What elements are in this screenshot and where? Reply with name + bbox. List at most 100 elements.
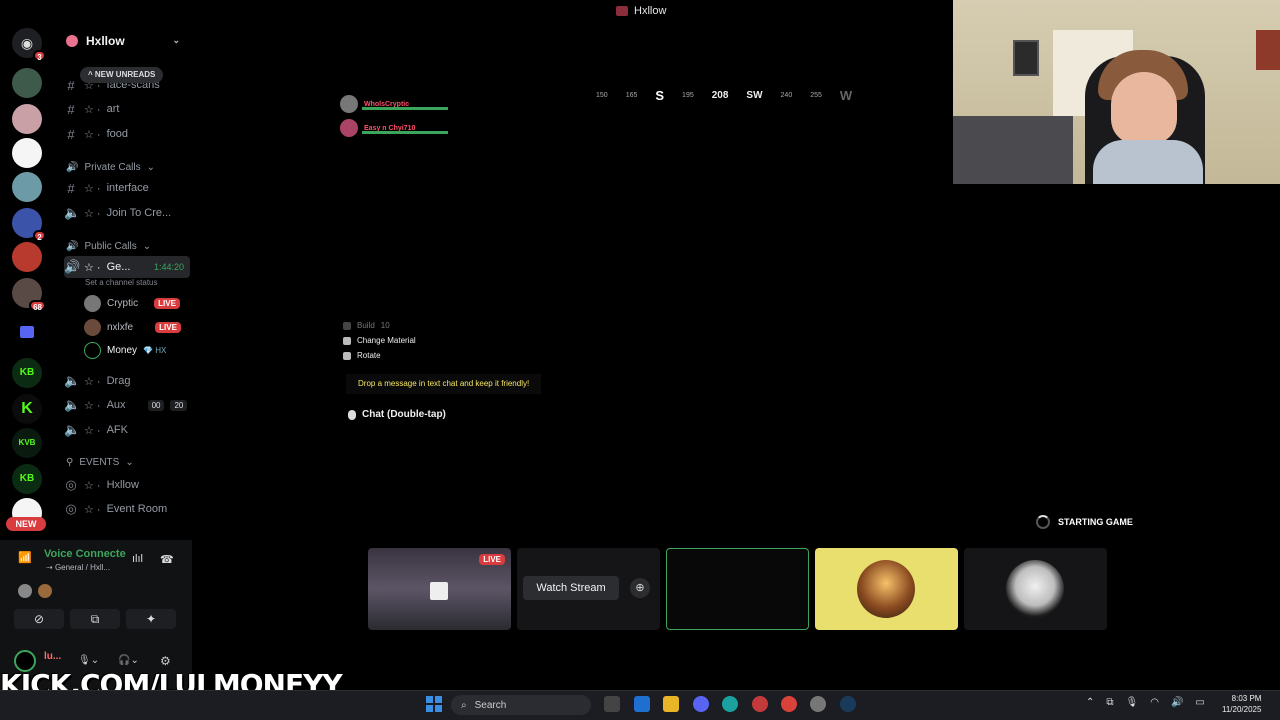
channel-label: Ge... bbox=[106, 261, 131, 273]
search-placeholder: Search bbox=[474, 699, 507, 711]
voice-user-money[interactable]: Money 💎 HX bbox=[84, 340, 166, 360]
mic-icon[interactable]: 🎙 bbox=[1126, 697, 1139, 708]
channel-afk[interactable]: 🔈 ☆ · AFK bbox=[64, 419, 190, 441]
user-count: 00 bbox=[147, 399, 165, 411]
channel-aux[interactable]: 🔈 ☆ · Aux 00 20 bbox=[64, 394, 190, 416]
channel-label: AFK bbox=[106, 424, 128, 436]
windows-start-icon[interactable] bbox=[426, 696, 442, 712]
stream-tile-watch[interactable]: Watch Stream ⊕ bbox=[517, 548, 660, 630]
file-explorer-icon[interactable] bbox=[663, 696, 679, 712]
wall-frame bbox=[1013, 40, 1039, 76]
voice-user-name: Money bbox=[107, 344, 138, 356]
channel-label: Aux bbox=[106, 399, 126, 411]
edge-icon[interactable] bbox=[722, 696, 738, 712]
compass-bearing: 208 bbox=[711, 90, 729, 101]
channel-label: Event Room bbox=[106, 503, 168, 515]
stream-tile-speaking[interactable] bbox=[666, 548, 809, 630]
taskbar-clock[interactable]: 8:03 PM 11/20/2025 bbox=[1222, 693, 1261, 715]
voice-connected-subtitle[interactable]: ⇢ General / Hxll... bbox=[46, 563, 110, 572]
folder-icon[interactable] bbox=[20, 326, 34, 338]
chrome-icon[interactable] bbox=[781, 696, 797, 712]
disconnect-icon[interactable]: ☎ bbox=[160, 553, 174, 566]
compass-tick: 165 bbox=[625, 92, 638, 99]
wifi-icon[interactable]: ◠ bbox=[1150, 697, 1159, 708]
channel-status[interactable]: Set a channel status bbox=[85, 278, 158, 287]
task-view-icon[interactable] bbox=[604, 696, 620, 712]
streamer-face bbox=[1111, 72, 1177, 144]
new-unreads-pill[interactable]: ^ NEW UNREADS bbox=[80, 67, 164, 83]
server-group-icon[interactable]: 68 bbox=[12, 278, 46, 312]
steam-icon[interactable] bbox=[840, 696, 856, 712]
chevron-down-icon: ⌄ bbox=[142, 241, 152, 252]
category-events[interactable]: ⚲ EVENTS ⌄ bbox=[66, 457, 134, 468]
event-room[interactable]: ◎ ☆ · Event Room bbox=[64, 498, 190, 520]
stream-tile-live[interactable]: LIVE bbox=[368, 548, 511, 630]
server-hxllow-icon[interactable] bbox=[12, 104, 42, 134]
channel-drag[interactable]: 🔈 ☆ · Drag bbox=[64, 370, 190, 392]
network-icon[interactable]: ⧉ bbox=[1106, 697, 1113, 708]
app-icon[interactable] bbox=[752, 696, 768, 712]
participant-tile[interactable] bbox=[964, 548, 1107, 630]
server-kb-icon[interactable]: KB bbox=[12, 358, 42, 388]
user-name[interactable]: lu... bbox=[44, 651, 61, 662]
screen-share-button[interactable]: ⧉ bbox=[70, 609, 120, 629]
voice-user-nxlxfe[interactable]: nxlxfe LIVE bbox=[84, 317, 181, 337]
store-icon[interactable] bbox=[634, 696, 650, 712]
mic-icon[interactable]: 🎙⌄ bbox=[78, 655, 99, 666]
health-bar bbox=[362, 107, 448, 110]
chevron-up-icon[interactable]: ⌃ bbox=[1086, 697, 1094, 708]
hash-icon: # bbox=[67, 77, 75, 93]
volume-icon[interactable]: 🔊 bbox=[1171, 697, 1183, 708]
battery-icon[interactable]: ▭ bbox=[1195, 697, 1204, 708]
taskbar-search[interactable]: ⌕ Search bbox=[451, 695, 591, 715]
server-blue-icon[interactable]: 2 bbox=[12, 208, 46, 242]
magnify-icon[interactable]: ⊕ bbox=[630, 578, 650, 598]
settings-icon[interactable] bbox=[810, 696, 826, 712]
compass-bar: 150 165 S 195 208 SW 240 255 W bbox=[596, 88, 852, 103]
team-player-1: WholsCryptic bbox=[340, 95, 448, 113]
discord-icon[interactable] bbox=[693, 696, 709, 712]
channel-label: Drag bbox=[106, 375, 131, 387]
server-kb2-icon[interactable]: KB bbox=[12, 464, 42, 494]
guild-name: Hxllow bbox=[86, 34, 125, 48]
category-private-calls[interactable]: 🔊 Private Calls ⌄ bbox=[66, 162, 155, 173]
chevron-down-icon: ⌄ bbox=[125, 457, 134, 468]
channel-join-to-create[interactable]: 🔈 ☆ · Join To Cre... bbox=[64, 202, 190, 224]
activities-button[interactable]: ✦ bbox=[126, 609, 176, 629]
stage-icon: ◎ bbox=[65, 477, 77, 492]
server-red-icon[interactable] bbox=[12, 242, 42, 272]
guild-header[interactable]: Hxllow ⌄ bbox=[56, 24, 192, 58]
server-kvb-icon[interactable]: KVB bbox=[12, 428, 42, 458]
headphones-icon[interactable]: 🎧⌄ bbox=[118, 655, 139, 666]
channel-general-active[interactable]: 🔊 ☆ · Ge... 1:44:20 bbox=[64, 256, 190, 278]
server-avatar-icon[interactable] bbox=[12, 68, 42, 98]
server-landscape-icon[interactable] bbox=[12, 172, 42, 202]
window-title-text: Hxllow bbox=[634, 5, 667, 17]
event-hxllow[interactable]: ◎ ☆ · Hxllow bbox=[64, 474, 190, 496]
signal-icon[interactable]: 📶 bbox=[18, 551, 32, 564]
webcam-feed bbox=[953, 0, 1280, 184]
camera-off-button[interactable]: ⊘ bbox=[14, 609, 64, 629]
participant-tile[interactable] bbox=[815, 548, 958, 630]
pin-icon: ⚲ bbox=[66, 457, 74, 468]
channel-interface[interactable]: # ☆ · interface bbox=[64, 177, 190, 199]
voice-user-cryptic[interactable]: Cryptic LIVE bbox=[84, 293, 180, 313]
server-money-icon[interactable] bbox=[12, 138, 42, 168]
voice-channel-path: General / Hxll... bbox=[54, 563, 111, 572]
starting-game-indicator: STARTING GAME bbox=[1036, 515, 1133, 529]
noise-suppression-icon[interactable]: ılıl bbox=[132, 553, 143, 565]
compass-heading: SW bbox=[746, 90, 763, 101]
server-kick-icon[interactable]: K bbox=[12, 394, 42, 424]
category-public-calls[interactable]: 🔊 Public Calls ⌄ bbox=[66, 241, 151, 252]
new-servers-badge[interactable]: NEW bbox=[6, 517, 46, 531]
discord-home-icon[interactable]: ◉ 3 bbox=[12, 28, 46, 62]
gear-icon[interactable]: ⚙ bbox=[160, 654, 171, 668]
channel-art[interactable]: # ☆ · art bbox=[64, 98, 190, 120]
watch-stream-button[interactable]: Watch Stream bbox=[523, 576, 619, 600]
clock-time: 8:03 PM bbox=[1231, 694, 1262, 703]
stream-preview-figure bbox=[430, 582, 448, 600]
channel-food[interactable]: # ☆ · food bbox=[64, 123, 190, 145]
key-icon bbox=[343, 351, 351, 360]
speaker-icon: 🔊 bbox=[64, 259, 81, 274]
category-label: EVENTS bbox=[79, 457, 120, 468]
